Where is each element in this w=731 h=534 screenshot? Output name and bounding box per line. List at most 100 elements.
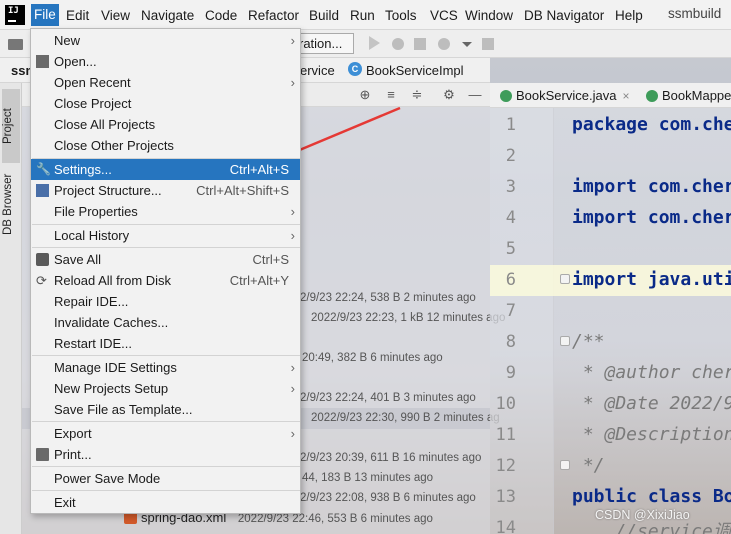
menu-item-save-all[interactable]: Save All Ctrl+S — [31, 249, 300, 270]
menu-window[interactable]: Window — [462, 6, 516, 25]
menu-item-label: Settings... — [54, 162, 112, 177]
code-editor[interactable]: 1 package com.che 2 3 import com.cher 4 imp… — [490, 108, 731, 534]
file-meta: 2022/9/23 22:23, 1 kB 12 minutes ago — [311, 312, 506, 324]
menu-run[interactable]: Run — [347, 6, 378, 25]
menu-item-reload-all[interactable]: ⟳ Reload All from Disk Ctrl+Alt+Y — [31, 270, 300, 291]
folder-open-icon — [36, 55, 49, 68]
tab-project[interactable]: Project — [2, 89, 20, 163]
file-meta: 2/9/23 22:24, 538 B 2 minutes ago — [300, 292, 476, 304]
menu-separator — [32, 355, 300, 356]
chevron-right-icon: › — [290, 228, 295, 243]
menu-item-shortcut: Ctrl+Alt+Y — [229, 273, 289, 288]
menu-navigate[interactable]: Navigate — [138, 6, 197, 25]
run-configuration-select[interactable]: ration... — [296, 33, 354, 54]
menu-item-file-properties[interactable]: File Properties › — [31, 201, 300, 222]
interface-icon — [500, 90, 512, 102]
menu-item-close-all-projects[interactable]: Close All Projects — [31, 114, 300, 135]
menu-view[interactable]: View — [98, 6, 133, 25]
menu-item-local-history[interactable]: Local History › — [31, 225, 300, 246]
code-line: 8 /** — [490, 327, 731, 358]
menu-file[interactable]: File — [31, 4, 59, 26]
menu-item-power-save-mode[interactable]: Power Save Mode — [31, 468, 300, 489]
menu-db-navigator[interactable]: DB Navigator — [521, 6, 607, 25]
chevron-right-icon: › — [290, 426, 295, 441]
menu-item-manage-ide-settings[interactable]: Manage IDE Settings › — [31, 357, 300, 378]
line-number: 7 — [505, 301, 516, 321]
menu-edit[interactable]: Edit — [63, 6, 92, 25]
menu-separator — [32, 490, 300, 491]
menu-item-invalidate-caches[interactable]: Invalidate Caches... — [31, 312, 300, 333]
code-line-current: 6 import java.uti — [490, 265, 731, 296]
menu-separator — [32, 421, 300, 422]
line-number: 6 — [505, 270, 516, 290]
file-menu-dropdown: New › Open... Open Recent › Close Project … — [30, 28, 301, 514]
code-line: 9 * @author cher — [490, 358, 731, 389]
menu-item-new[interactable]: New › — [31, 30, 300, 51]
chevron-down-icon[interactable] — [462, 42, 472, 47]
line-number: 1 — [505, 115, 516, 135]
menu-item-open[interactable]: Open... — [31, 51, 300, 72]
code-line: 7 — [490, 296, 731, 327]
chevron-right-icon: › — [290, 33, 295, 48]
stop-icon[interactable] — [482, 38, 494, 50]
menu-item-save-as-template[interactable]: Save File as Template... — [31, 399, 300, 420]
menu-vcs[interactable]: VCS — [427, 6, 461, 25]
intellij-logo-icon: IJ — [5, 5, 25, 25]
gear-icon[interactable]: ⚙ — [442, 88, 456, 102]
line-number: 10 — [495, 394, 516, 414]
chevron-right-icon: › — [290, 381, 295, 396]
close-icon[interactable]: × — [622, 89, 629, 103]
file-meta: 2/9/23 22:08, 938 B 6 minutes ago — [300, 492, 476, 504]
code-text: * @Description — [572, 424, 731, 445]
menu-help[interactable]: Help — [612, 6, 646, 25]
menu-item-repair-ide[interactable]: Repair IDE... — [31, 291, 300, 312]
menu-item-close-project[interactable]: Close Project — [31, 93, 300, 114]
menu-separator — [32, 247, 300, 248]
tab-bookmapper[interactable]: BookMappe — [646, 88, 731, 103]
debug-icon[interactable] — [392, 38, 404, 50]
menu-item-label: New Projects Setup — [54, 381, 169, 396]
code-text: import com.cher — [572, 207, 731, 228]
code-text: /** — [572, 331, 605, 352]
menu-item-restart-ide[interactable]: Restart IDE... — [31, 333, 300, 354]
breadcrumb-class[interactable]: BookServiceImpl — [366, 63, 464, 78]
menu-tools[interactable]: Tools — [382, 6, 420, 25]
menu-item-project-structure[interactable]: Project Structure... Ctrl+Alt+Shift+S — [31, 180, 300, 201]
profile-icon[interactable] — [438, 38, 450, 50]
file-meta: 2/9/23 22:24, 401 B 3 minutes ago — [300, 392, 476, 404]
code-line: 11 * @Description — [490, 420, 731, 451]
menu-item-settings[interactable]: 🔧 Settings... Ctrl+Alt+S — [31, 159, 300, 180]
menu-item-label: Close Other Projects — [54, 138, 174, 153]
fold-icon[interactable] — [560, 274, 570, 284]
code-text: * @author cher — [572, 362, 731, 383]
menu-item-label: Close Project — [54, 96, 132, 111]
tab-bookservice[interactable]: BookService.java × — [500, 88, 629, 103]
coverage-icon[interactable] — [414, 38, 426, 50]
menu-item-exit[interactable]: Exit — [31, 492, 300, 513]
menu-item-open-recent[interactable]: Open Recent › — [31, 72, 300, 93]
project-structure-icon — [36, 184, 49, 197]
print-icon — [36, 448, 49, 461]
menu-item-print[interactable]: Print... — [31, 444, 300, 465]
file-meta: 20:49, 382 B 6 minutes ago — [302, 352, 443, 364]
menu-item-export[interactable]: Export › — [31, 423, 300, 444]
folder-icon[interactable] — [8, 39, 23, 50]
line-number: 4 — [505, 208, 516, 228]
chevron-right-icon: › — [290, 75, 295, 90]
chevron-right-icon: › — [290, 204, 295, 219]
menu-item-new-projects-setup[interactable]: New Projects Setup › — [31, 378, 300, 399]
fold-icon[interactable] — [560, 336, 570, 346]
line-number: 12 — [495, 456, 516, 476]
tab-db-browser[interactable]: DB Browser — [2, 163, 20, 245]
menu-refactor[interactable]: Refactor — [245, 6, 302, 25]
hide-icon[interactable]: — — [468, 88, 482, 102]
fold-icon[interactable] — [560, 460, 570, 470]
line-number: 2 — [505, 146, 516, 166]
menu-build[interactable]: Build — [306, 6, 342, 25]
menu-code[interactable]: Code — [202, 6, 240, 25]
line-number: 8 — [505, 332, 516, 352]
breadcrumb-package[interactable]: ervice — [300, 63, 335, 78]
menu-item-label: Restart IDE... — [54, 336, 133, 351]
run-icon[interactable] — [369, 36, 380, 50]
menu-item-close-other-projects[interactable]: Close Other Projects — [31, 135, 300, 156]
